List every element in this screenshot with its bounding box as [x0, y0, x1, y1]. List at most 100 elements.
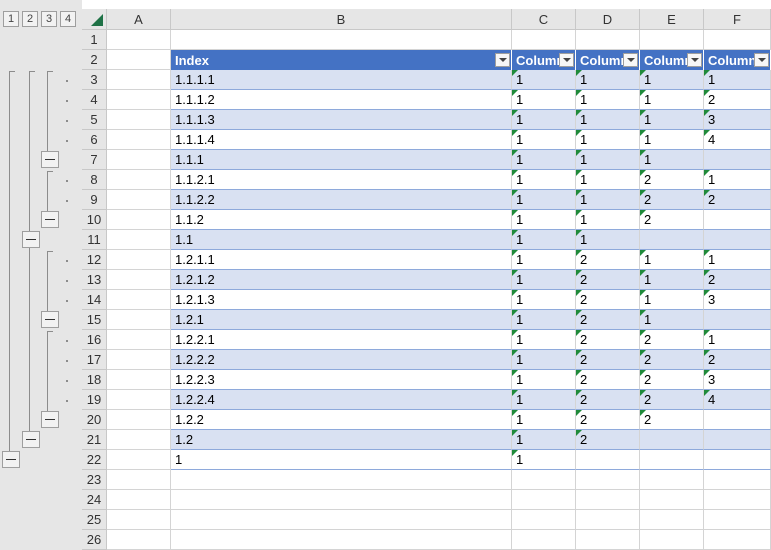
cell[interactable]	[107, 390, 171, 410]
cell[interactable]	[107, 350, 171, 370]
outline-collapse-button[interactable]	[41, 311, 59, 328]
table-cell-index[interactable]: 1.1.1.3	[171, 110, 512, 130]
table-cell-value[interactable]: 1	[640, 310, 704, 330]
table-cell-value[interactable]	[704, 450, 771, 470]
table-cell-value[interactable]: 2	[576, 390, 640, 410]
cell[interactable]	[107, 530, 171, 550]
cell[interactable]	[640, 530, 704, 550]
outline-collapse-button[interactable]	[41, 151, 59, 168]
table-cell-value[interactable]: 1	[512, 110, 576, 130]
row-header-8[interactable]: 8	[82, 170, 106, 190]
table-cell-value[interactable]: 4	[704, 390, 771, 410]
table-cell-value[interactable]: 1	[512, 210, 576, 230]
row-header-18[interactable]: 18	[82, 370, 106, 390]
cell[interactable]	[107, 150, 171, 170]
table-cell-value[interactable]: 1	[512, 130, 576, 150]
table-cell-value[interactable]	[704, 310, 771, 330]
cell[interactable]	[107, 410, 171, 430]
cell[interactable]	[107, 290, 171, 310]
table-cell-value[interactable]: 1	[576, 230, 640, 250]
cell[interactable]	[107, 490, 171, 510]
table-cell-value[interactable]: 2	[640, 350, 704, 370]
cell[interactable]	[704, 490, 771, 510]
table-cell-value[interactable]: 2	[576, 310, 640, 330]
cell[interactable]	[512, 30, 576, 50]
table-cell-value[interactable]: 2	[576, 370, 640, 390]
cell[interactable]	[107, 470, 171, 490]
table-cell-value[interactable]	[704, 230, 771, 250]
cell[interactable]	[107, 270, 171, 290]
table-cell-value[interactable]: 3	[704, 110, 771, 130]
table-cell-value[interactable]: 4	[704, 130, 771, 150]
table-cell-value[interactable]: 1	[576, 110, 640, 130]
row-header-16[interactable]: 16	[82, 330, 106, 350]
table-cell-value[interactable]: 2	[704, 90, 771, 110]
table-cell-index[interactable]: 1.2.2.3	[171, 370, 512, 390]
cell[interactable]	[107, 430, 171, 450]
table-cell-value[interactable]: 1	[512, 190, 576, 210]
row-header-20[interactable]: 20	[82, 410, 106, 430]
column-header-b[interactable]: B	[171, 9, 512, 29]
filter-dropdown-button[interactable]	[559, 53, 574, 67]
cell[interactable]	[107, 310, 171, 330]
table-cell-value[interactable]: 1	[512, 150, 576, 170]
table-cell-index[interactable]: 1.2.2.4	[171, 390, 512, 410]
table-cell-value[interactable]: 1	[704, 330, 771, 350]
table-cell-index[interactable]: 1.2.1	[171, 310, 512, 330]
table-cell-value[interactable]: 3	[704, 370, 771, 390]
cell[interactable]	[107, 330, 171, 350]
row-header-19[interactable]: 19	[82, 390, 106, 410]
column-header-f[interactable]: F	[704, 9, 771, 29]
table-cell-value[interactable]: 1	[512, 230, 576, 250]
table-cell-value[interactable]: 1	[704, 170, 771, 190]
table-cell-value[interactable]: 2	[640, 210, 704, 230]
cell[interactable]	[107, 190, 171, 210]
table-cell-index[interactable]: 1.1.2.2	[171, 190, 512, 210]
table-cell-value[interactable]	[576, 450, 640, 470]
cell[interactable]	[107, 110, 171, 130]
row-header-17[interactable]: 17	[82, 350, 106, 370]
table-cell-value[interactable]: 2	[640, 370, 704, 390]
table-cell-value[interactable]: 2	[704, 350, 771, 370]
cell[interactable]	[107, 210, 171, 230]
outline-collapse-button[interactable]	[41, 211, 59, 228]
table-cell-index[interactable]: 1.2.1.1	[171, 250, 512, 270]
filter-dropdown-button[interactable]	[754, 53, 769, 67]
table-cell-value[interactable]: 2	[576, 250, 640, 270]
table-cell-value[interactable]: 1	[640, 130, 704, 150]
table-cell-value[interactable]: 1	[704, 70, 771, 90]
row-header-11[interactable]: 11	[82, 230, 106, 250]
outline-collapse-button[interactable]	[22, 231, 40, 248]
row-header-12[interactable]: 12	[82, 250, 106, 270]
cell[interactable]	[576, 470, 640, 490]
table-cell-value[interactable]: 1	[512, 350, 576, 370]
table-cell-value[interactable]: 2	[576, 290, 640, 310]
table-cell-value[interactable]: 2	[576, 270, 640, 290]
cell[interactable]	[640, 30, 704, 50]
cell[interactable]	[704, 30, 771, 50]
cell[interactable]	[107, 170, 171, 190]
table-cell-value[interactable]: 1	[512, 330, 576, 350]
table-cell-value[interactable]: 1	[640, 290, 704, 310]
cell[interactable]	[576, 30, 640, 50]
table-cell-value[interactable]: 2	[640, 170, 704, 190]
table-cell-value[interactable]: 1	[512, 70, 576, 90]
table-cell-value[interactable]: 1	[576, 190, 640, 210]
row-header-15[interactable]: 15	[82, 310, 106, 330]
table-cell-value[interactable]: 1	[512, 410, 576, 430]
filter-dropdown-button[interactable]	[623, 53, 638, 67]
table-cell-value[interactable]: 2	[576, 430, 640, 450]
table-cell-value[interactable]: 1	[640, 110, 704, 130]
table-cell-value[interactable]: 1	[512, 450, 576, 470]
table-cell-value[interactable]: 1	[576, 130, 640, 150]
table-cell-value[interactable]	[704, 210, 771, 230]
outline-level-2-button[interactable]: 2	[22, 11, 38, 27]
cell[interactable]	[107, 130, 171, 150]
table-cell-value[interactable]: 1	[512, 430, 576, 450]
outline-collapse-button[interactable]	[2, 451, 20, 468]
cell[interactable]	[640, 470, 704, 490]
table-cell-value[interactable]: 1	[512, 390, 576, 410]
cell[interactable]	[107, 70, 171, 90]
filter-dropdown-button[interactable]	[495, 53, 510, 67]
table-cell-value[interactable]	[640, 230, 704, 250]
